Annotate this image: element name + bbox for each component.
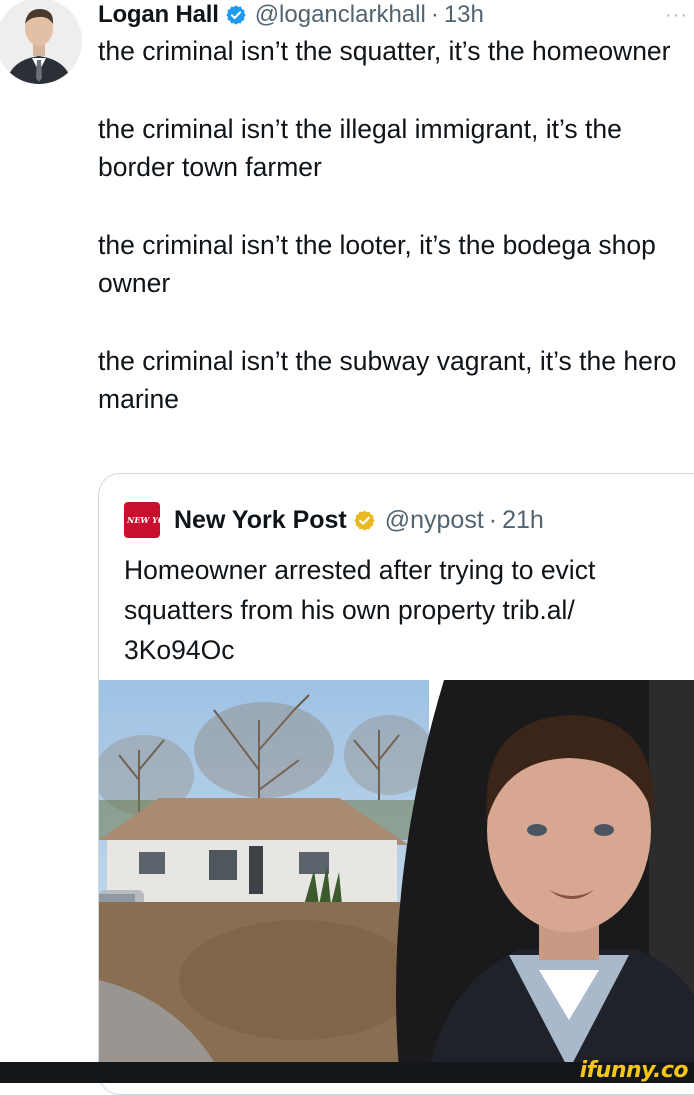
quoted-tweet-header: NEW YORK POST New York Post @nypost · 21… [124,502,544,538]
tweet-paragraph: the criminal isn’t the subway vagrant, i… [98,346,677,414]
nypost-logo-text: NEW YORK POST [127,514,206,525]
author-handle[interactable]: @loganclarkhall [255,1,426,29]
quoted-tweet-text: Homeowner arrested after trying to evict… [124,555,596,665]
tweet-paragraph: the criminal isn’t the illegal immigrant… [98,114,622,182]
quoted-tweet-card[interactable]: NEW YORK POST New York Post @nypost · 21… [98,473,694,1095]
nypost-logo: NEW YORK POST [124,502,206,538]
author-photo [0,0,82,84]
tweet-body: the criminal isn’t the squatter, it’s th… [98,32,683,458]
house-photo [99,680,429,1070]
tweet-header: Logan Hall @loganclarkhall · 13h [98,0,484,30]
ifunny-watermark: ifunny.co [579,1058,689,1083]
tweet-paragraph: the criminal isn’t the looter, it’s the … [98,230,656,298]
quoted-tweet-media[interactable] [99,680,694,1070]
quoted-tweet-time[interactable]: 21h [502,506,544,535]
separator-dot: · [488,505,498,534]
man-portrait-photo [389,680,694,1070]
quoted-author-name[interactable]: New York Post [174,506,347,535]
separator-dot: · [430,1,439,28]
tweet-paragraph: the criminal isn’t the squatter, it’s th… [98,36,671,66]
gold-verified-badge-icon [354,509,375,531]
verified-badge-icon [226,5,246,25]
author-name[interactable]: Logan Hall [98,1,219,29]
quoted-author-handle[interactable]: @nypost [385,506,484,535]
author-avatar[interactable] [0,0,82,84]
tweet-time[interactable]: 13h [444,1,484,29]
more-options-icon[interactable]: ··· [665,4,688,27]
